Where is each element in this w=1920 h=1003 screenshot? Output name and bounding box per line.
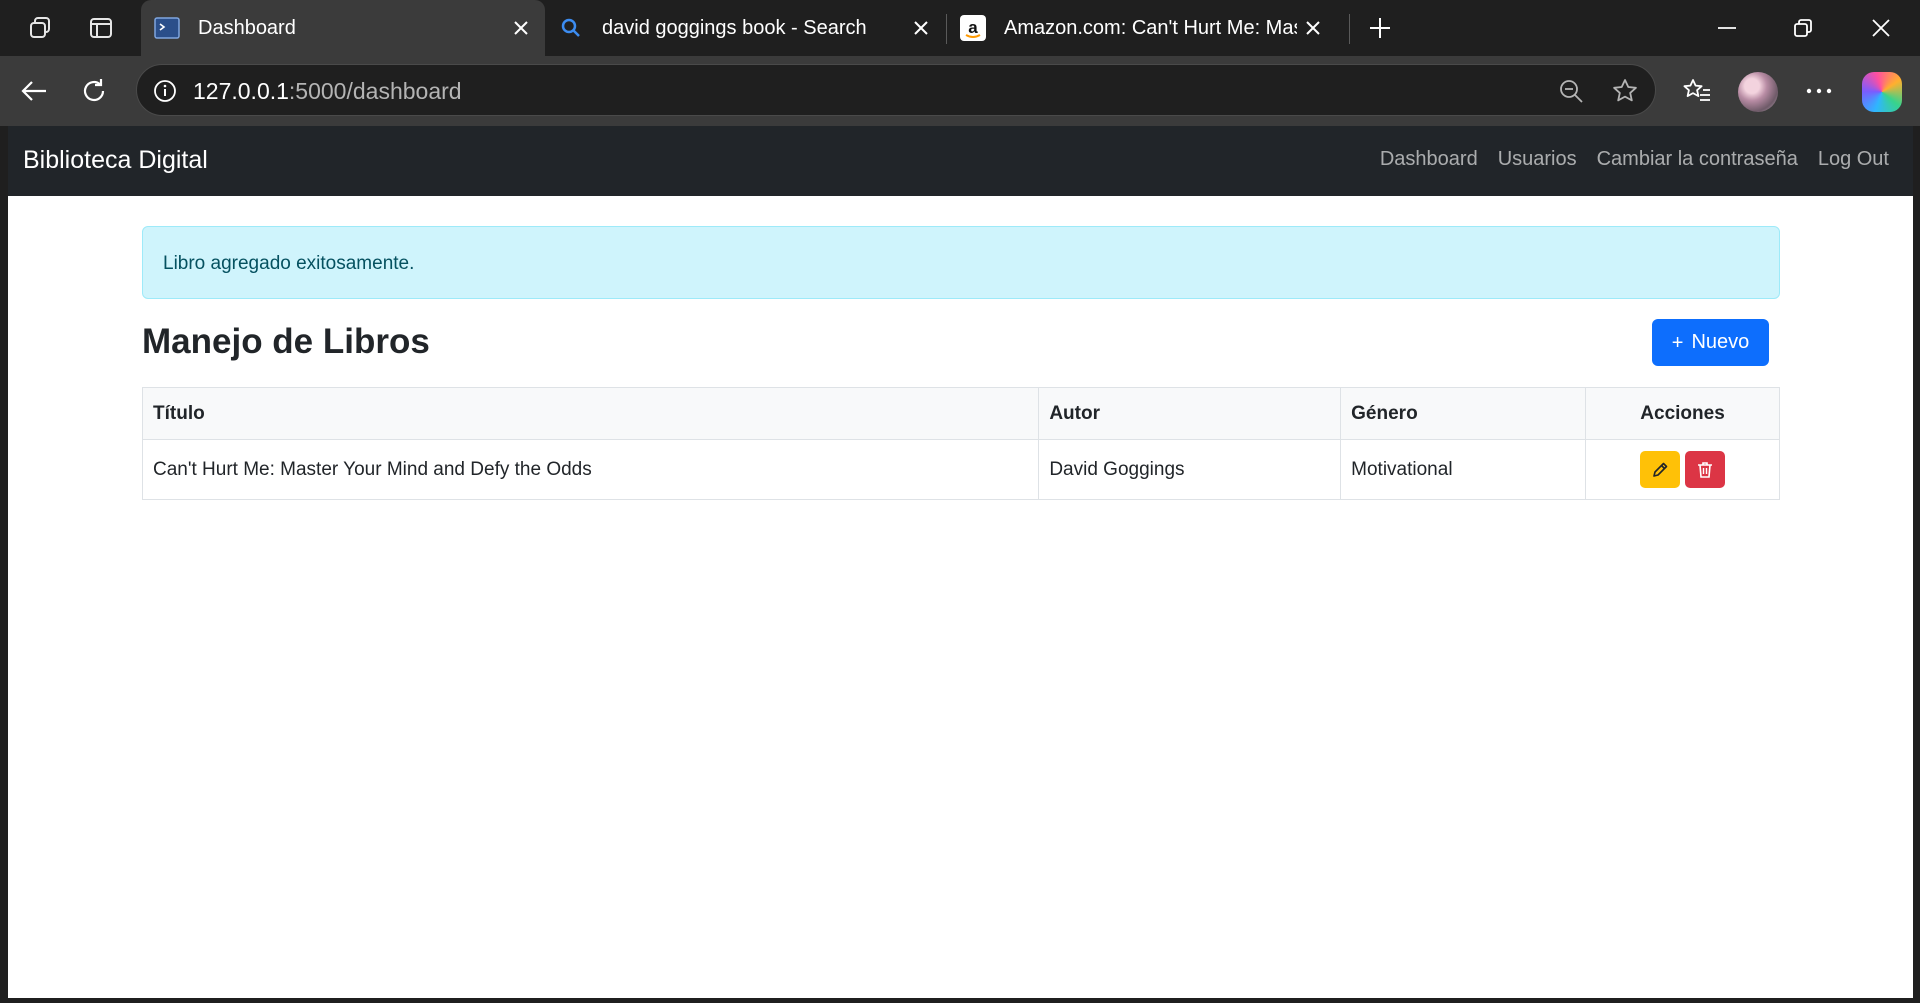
url-path: :5000/dashboard: [288, 78, 462, 104]
column-header-genre: Género: [1340, 387, 1587, 440]
tab-divider: [1349, 14, 1350, 44]
edit-button[interactable]: [1640, 451, 1681, 488]
success-alert: Libro agregado exitosamente.: [142, 226, 1780, 299]
address-bar[interactable]: 127.0.0.1:5000/dashboard: [136, 64, 1656, 116]
alert-message: Libro agregado exitosamente.: [163, 253, 415, 274]
plus-icon: +: [1671, 331, 1684, 354]
terminal-icon: [154, 15, 180, 41]
copilot-icon[interactable]: [1862, 72, 1902, 112]
cell-title: Can't Hurt Me: Master Your Mind and Defy…: [141, 439, 1040, 500]
page-title: Manejo de Libros: [142, 322, 430, 361]
table-header-row: Título Autor Género Acciones: [141, 387, 1780, 440]
back-arrow-icon[interactable]: [13, 70, 55, 112]
url-host: 127.0.0.1: [193, 78, 289, 104]
browser-toolbar: 127.0.0.1:5000/dashboard: [0, 56, 1920, 126]
nav-link-usuarios[interactable]: Usuarios: [1498, 148, 1577, 171]
pencil-icon: [1653, 462, 1668, 477]
tab-title: david goggings book - Search: [602, 16, 867, 39]
navbar: Biblioteca Digital Dashboard Usuarios Ca…: [8, 126, 1913, 196]
trash-icon: [1698, 461, 1713, 478]
refresh-icon[interactable]: [73, 70, 115, 112]
cell-genre: Motivational: [1340, 439, 1587, 500]
tab-search[interactable]: david goggings book - Search: [545, 0, 945, 56]
books-table: Título Autor Género Acciones Can't Hurt …: [141, 387, 1780, 500]
column-header-actions: Acciones: [1585, 387, 1780, 440]
navbar-brand[interactable]: Biblioteca Digital: [23, 146, 208, 175]
page-viewport: Biblioteca Digital Dashboard Usuarios Ca…: [8, 126, 1913, 998]
delete-button[interactable]: [1685, 451, 1726, 488]
tab-title: Amazon.com: Can't Hurt Me: Mas: [1004, 16, 1297, 39]
search-icon: [558, 15, 584, 41]
nav-link-dashboard[interactable]: Dashboard: [1380, 148, 1478, 171]
info-icon[interactable]: [147, 73, 183, 109]
nav-link-logout[interactable]: Log Out: [1818, 148, 1889, 171]
close-icon[interactable]: [505, 12, 537, 44]
url-text[interactable]: 127.0.0.1:5000/dashboard: [193, 78, 462, 105]
avatar[interactable]: [1738, 72, 1778, 112]
favorites-icon[interactable]: [1676, 70, 1718, 112]
more-icon[interactable]: [1798, 70, 1840, 112]
tab-actions-icon[interactable]: [83, 10, 119, 46]
nav-link-change-password[interactable]: Cambiar la contraseña: [1597, 148, 1798, 171]
tab-title: Dashboard: [198, 16, 296, 39]
svg-text:a: a: [968, 18, 978, 37]
close-icon[interactable]: [1297, 12, 1329, 44]
cell-actions: [1585, 439, 1780, 500]
tab-amazon[interactable]: a Amazon.com: Can't Hurt Me: Mas: [947, 0, 1337, 56]
amazon-icon: a: [960, 15, 986, 41]
cell-author: David Goggings: [1038, 439, 1342, 500]
workspaces-icon[interactable]: [22, 10, 58, 46]
nav-links: Dashboard Usuarios Cambiar la contraseña…: [1380, 148, 1889, 171]
column-header-author: Autor: [1038, 387, 1342, 440]
close-window-icon[interactable]: [1858, 8, 1904, 48]
star-icon[interactable]: [1607, 73, 1643, 109]
close-icon[interactable]: [905, 12, 937, 44]
minimize-icon[interactable]: [1704, 8, 1750, 48]
tab-dashboard[interactable]: Dashboard: [141, 0, 545, 56]
new-tab-icon[interactable]: [1362, 10, 1398, 46]
tab-strip: Dashboard david goggings book - Search a…: [0, 0, 1920, 56]
new-book-button[interactable]: + Nuevo: [1652, 319, 1769, 366]
zoom-out-icon[interactable]: [1553, 73, 1589, 109]
new-button-label: Nuevo: [1691, 331, 1750, 353]
restore-icon[interactable]: [1780, 8, 1826, 48]
column-header-title: Título: [141, 387, 1040, 440]
table-row: Can't Hurt Me: Master Your Mind and Defy…: [141, 439, 1780, 500]
